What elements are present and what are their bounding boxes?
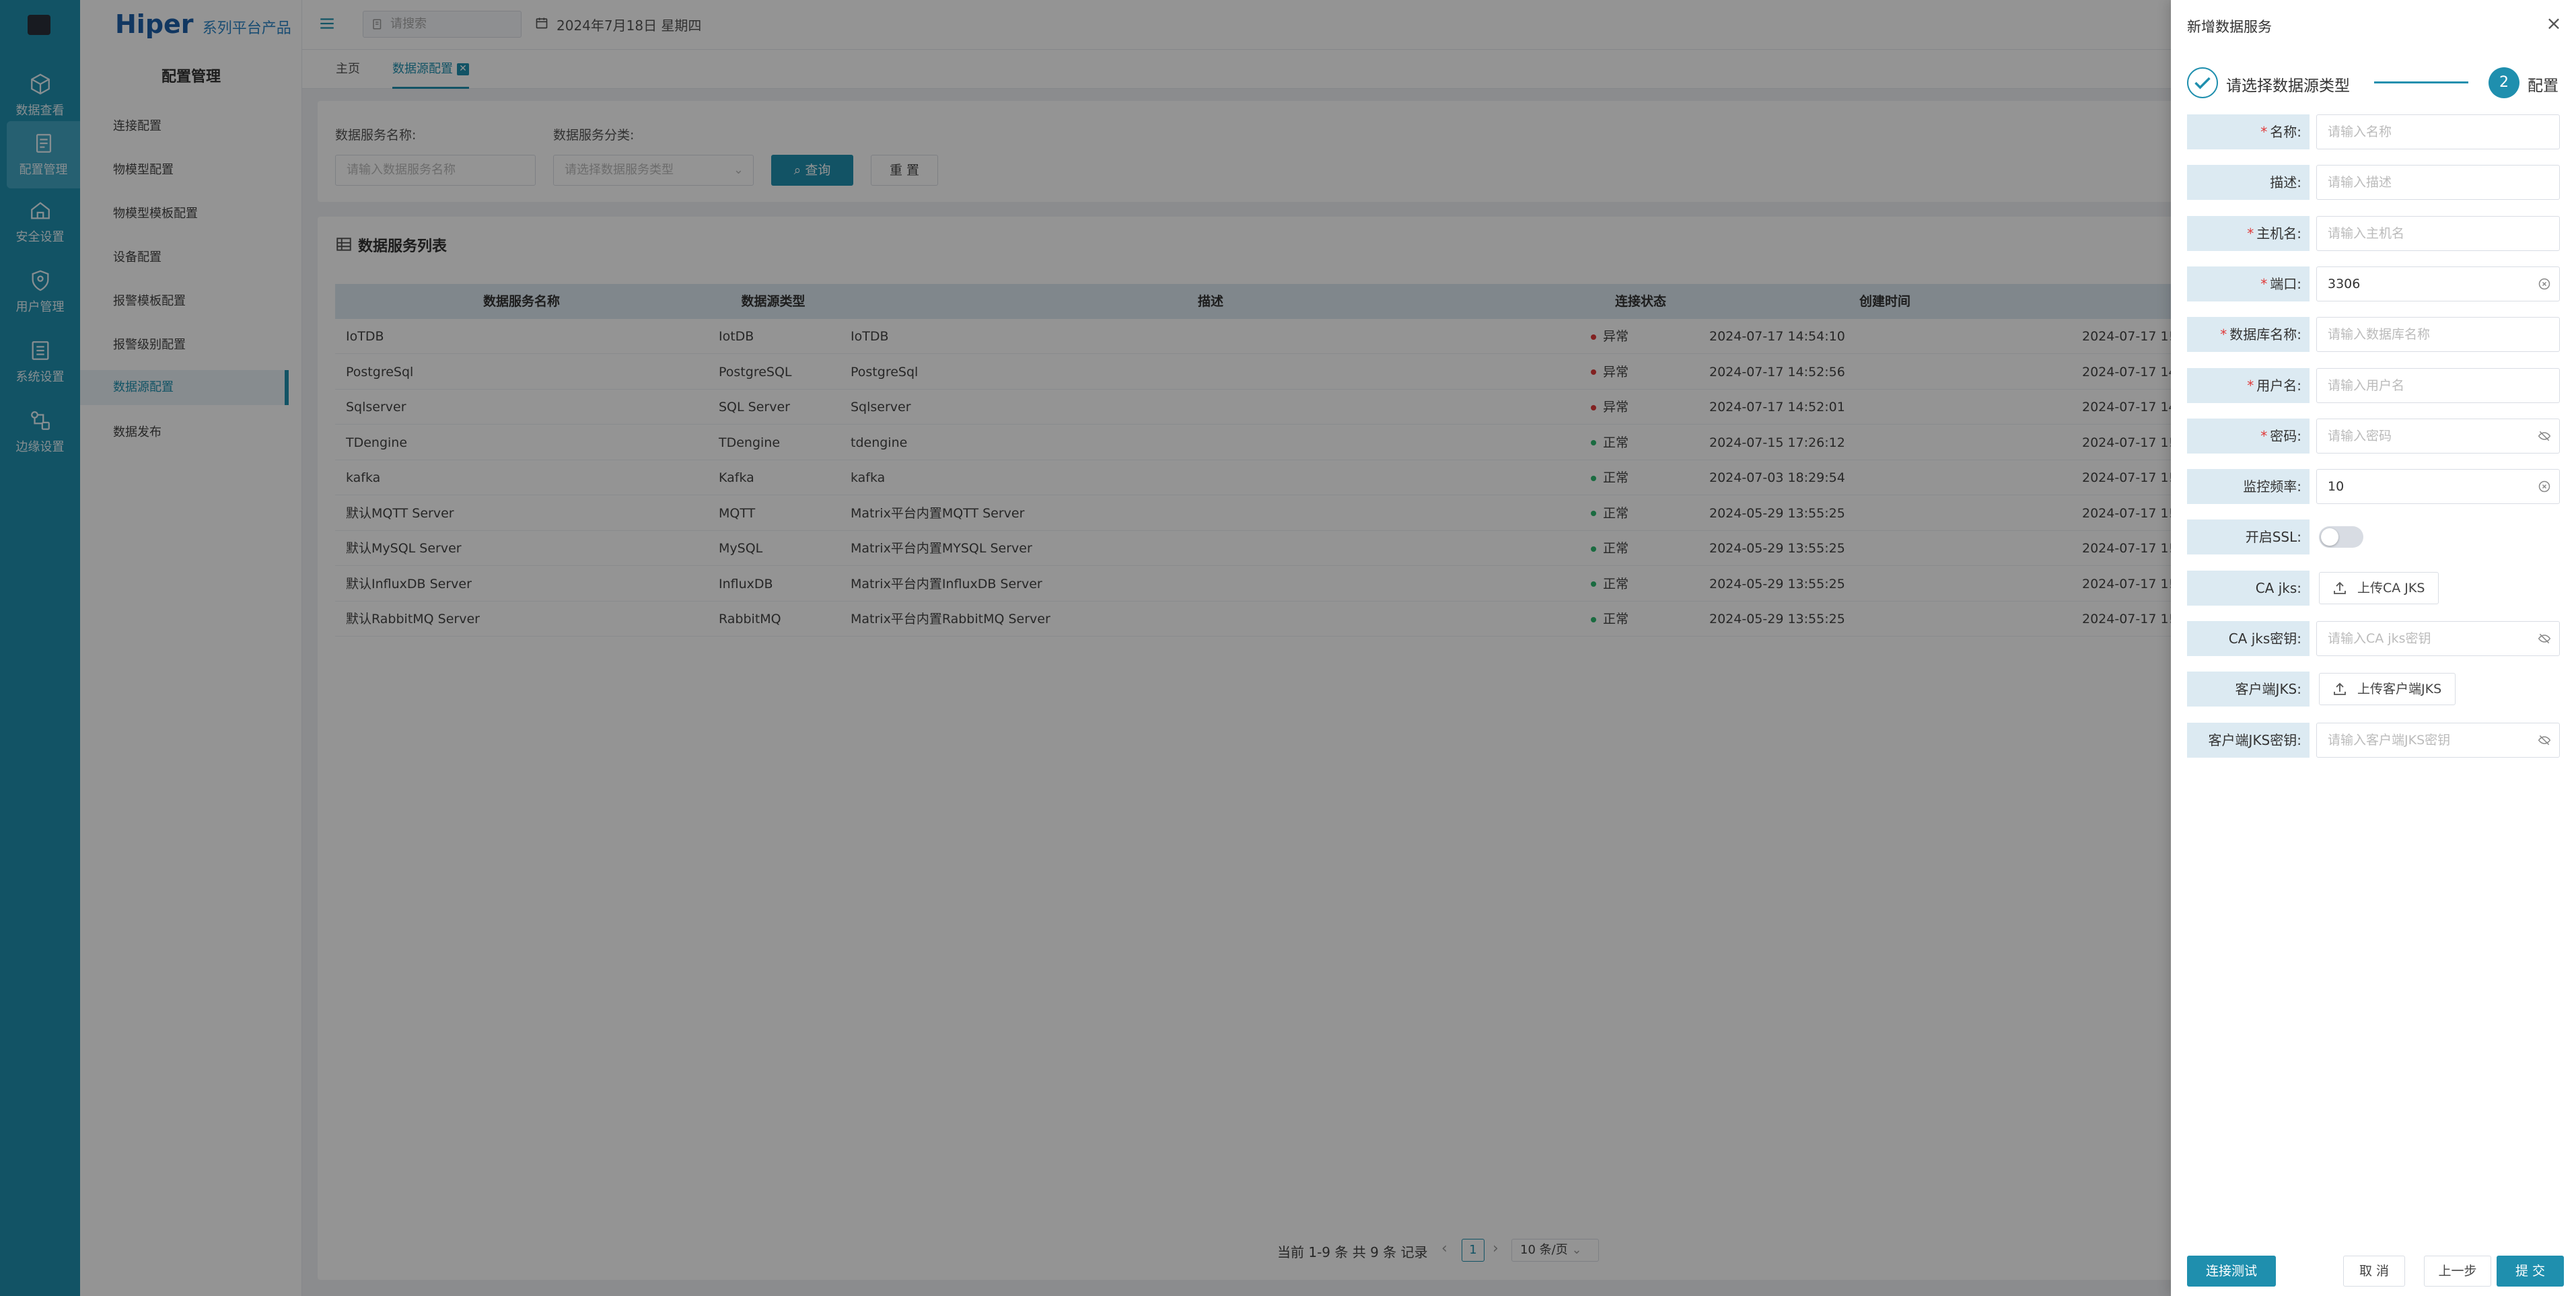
- client-jks-key-input[interactable]: 请输入客户端JKS密钥: [2316, 722, 2560, 758]
- form-row-monitor-frequency: 监控频率: 10: [2187, 469, 2560, 505]
- clear-icon[interactable]: [2538, 480, 2551, 493]
- ssl-toggle[interactable]: [2319, 526, 2363, 548]
- form-row-hostname: * 主机名: 请输入主机名: [2187, 215, 2560, 251]
- field-label: * 端口:: [2187, 266, 2310, 301]
- field-label: 开启SSL:: [2187, 519, 2310, 555]
- field-label: 客户端JKS密钥:: [2187, 722, 2310, 758]
- ca-jks-key-input[interactable]: 请输入CA jks密钥: [2316, 621, 2560, 656]
- connection-test-button[interactable]: 连接测试: [2187, 1256, 2276, 1287]
- eye-off-icon[interactable]: [2538, 733, 2551, 747]
- eye-off-icon[interactable]: [2538, 429, 2551, 443]
- field-label: 客户端JKS:: [2187, 672, 2310, 707]
- field-label: CA jks密钥:: [2187, 621, 2310, 656]
- close-icon[interactable]: ×: [2544, 13, 2564, 34]
- port-input[interactable]: 3306: [2316, 266, 2560, 301]
- upload-client-jks-button[interactable]: 上传客户端JKS: [2319, 673, 2456, 706]
- field-label: * 主机名:: [2187, 215, 2310, 251]
- description-input[interactable]: 请输入描述: [2316, 165, 2560, 201]
- form-row-database-name: * 数据库名称: 请输入数据库名称: [2187, 317, 2560, 353]
- form-row-ssl-toggle: 开启SSL:: [2187, 519, 2560, 555]
- drawer-title: 新增数据服务: [2187, 19, 2272, 35]
- field-label: 描述:: [2187, 165, 2310, 201]
- upload-icon: [2334, 581, 2346, 594]
- field-label: * 用户名:: [2187, 367, 2310, 403]
- form-row-client-jks-key: 客户端JKS密钥: 请输入客户端JKS密钥: [2187, 722, 2560, 758]
- username-input[interactable]: 请输入用户名: [2316, 367, 2560, 403]
- step-done-icon: [2187, 67, 2218, 98]
- form-row-port: * 端口: 3306: [2187, 266, 2560, 301]
- form-row-username: * 用户名: 请输入用户名: [2187, 367, 2560, 403]
- field-label: CA jks:: [2187, 570, 2310, 606]
- form-row-name: * 名称: 请输入名称: [2187, 114, 2560, 149]
- upload-icon: [2334, 683, 2346, 696]
- form-row-ca-jks: CA jks: 上传CA JKS: [2187, 570, 2560, 606]
- previous-step-button[interactable]: 上一步: [2424, 1256, 2491, 1287]
- upload-ca-jks-button[interactable]: 上传CA JKS: [2319, 571, 2439, 604]
- password-input[interactable]: 请输入密码: [2316, 418, 2560, 454]
- form-row-password: * 密码: 请输入密码: [2187, 418, 2560, 454]
- hostname-input[interactable]: 请输入主机名: [2316, 215, 2560, 251]
- field-label: * 数据库名称:: [2187, 317, 2310, 353]
- cancel-button[interactable]: 取 消: [2343, 1256, 2405, 1287]
- submit-button[interactable]: 提 交: [2497, 1256, 2564, 1287]
- name-input[interactable]: 请输入名称: [2316, 114, 2560, 149]
- form-row-description: 描述: 请输入描述: [2187, 165, 2560, 201]
- field-label: 监控频率:: [2187, 469, 2310, 505]
- form-row-ca-jks-key: CA jks密钥: 请输入CA jks密钥: [2187, 621, 2560, 656]
- eye-off-icon[interactable]: [2538, 632, 2551, 645]
- monitor-frequency-input[interactable]: 10: [2316, 469, 2560, 505]
- database-name-input[interactable]: 请输入数据库名称: [2316, 317, 2560, 353]
- field-label: * 名称:: [2187, 114, 2310, 149]
- step-connector: [2374, 81, 2468, 83]
- step-1-label: 请选择数据源类型: [2226, 77, 2350, 95]
- add-service-drawer: 新增数据服务 × 请选择数据源类型 2 配置 * 名称: 请输入名称 描述: 请输入描述…: [2171, 0, 2576, 1296]
- form-row-client-jks: 客户端JKS: 上传客户端JKS: [2187, 672, 2560, 707]
- toggle-knob: [2321, 528, 2338, 546]
- clear-icon[interactable]: [2538, 277, 2551, 291]
- modal-mask[interactable]: [0, 0, 2171, 1296]
- step-2-number: 2: [2489, 67, 2519, 98]
- field-label: * 密码:: [2187, 418, 2310, 454]
- step-2-label: 配置: [2528, 77, 2559, 95]
